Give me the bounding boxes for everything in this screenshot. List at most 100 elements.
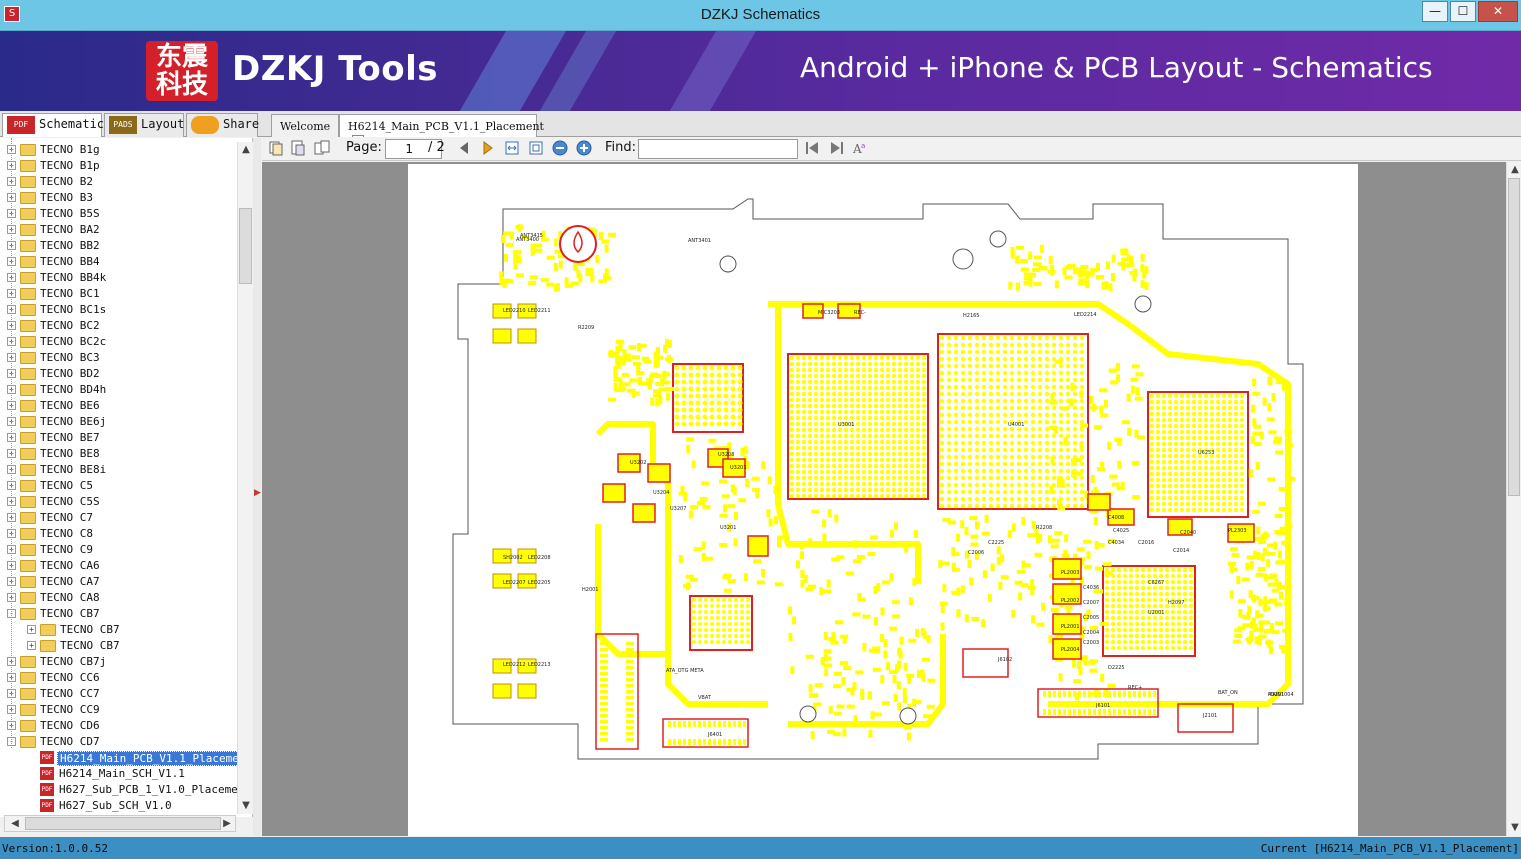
tree-folder-item[interactable]: + TECNO CA7 — [0, 574, 236, 590]
page-copy-icon[interactable] — [290, 140, 306, 156]
tree-folder-item[interactable]: + TECNO BE7 — [0, 430, 236, 446]
tree-vertical-scrollbar[interactable]: ▲ ▼ — [237, 142, 253, 814]
scroll-right-icon[interactable]: ▶ — [219, 816, 235, 832]
bga-ball — [1051, 335, 1057, 341]
bga-ball — [1209, 405, 1215, 411]
tree-hscroll-thumb[interactable] — [25, 817, 221, 830]
smd-component — [1074, 471, 1083, 476]
fit-width-icon[interactable] — [504, 140, 520, 156]
tree-folder-item[interactable]: - TECNO CB7 — [0, 606, 236, 622]
tree-folder-item[interactable]: + TECNO CA8 — [0, 590, 236, 606]
tree-horizontal-scrollbar[interactable]: ◀ ▶ — [4, 815, 236, 832]
tree-folder-item[interactable]: - TECNO CD7 — [0, 734, 236, 750]
tree-folder-item[interactable]: + TECNO CD6 — [0, 718, 236, 734]
viewer-scroll-thumb[interactable] — [1508, 178, 1520, 496]
viewer-scroll-up-icon[interactable]: ▲ — [1507, 162, 1521, 178]
viewer-vertical-scrollbar[interactable]: ▲ ▼ — [1506, 162, 1521, 836]
bga-ball — [981, 468, 987, 474]
tree-folder-item[interactable]: + TECNO C8 — [0, 526, 236, 542]
tree-folder-item[interactable]: + TECNO B3 — [0, 190, 236, 206]
minimize-button[interactable]: — — [1422, 1, 1448, 22]
tree-folder-item[interactable]: + TECNO B1g — [0, 142, 236, 158]
tree-folder-item[interactable]: + TECNO CC6 — [0, 670, 236, 686]
smd-component — [727, 504, 736, 509]
bga-ball — [704, 640, 708, 644]
close-button[interactable]: ✕ — [1478, 1, 1518, 22]
tree-folder-item[interactable]: + TECNO C5 — [0, 478, 236, 494]
tree-folder-item[interactable]: + TECNO BE6 — [0, 398, 236, 414]
maximize-button[interactable]: ☐ — [1450, 1, 1476, 22]
tab-welcome[interactable]: Welcome — [271, 114, 339, 137]
tree-folder-item[interactable]: + TECNO C9 — [0, 542, 236, 558]
bga-ball — [946, 489, 952, 495]
fit-page-icon[interactable] — [528, 140, 544, 156]
tree-file-item[interactable]: PDF H627_Sub_SCH_V1.0 — [0, 798, 236, 814]
tree-folder-item[interactable]: + TECNO CB7 — [0, 622, 236, 638]
tree-folder-item[interactable]: + TECNO C5S — [0, 494, 236, 510]
tree-folder-item[interactable]: + TECNO BA2 — [0, 222, 236, 238]
tree-folder-item[interactable]: + TECNO CB7j — [0, 654, 236, 670]
tree-folder-item[interactable]: + TECNO BC2c — [0, 334, 236, 350]
tree-folder-item[interactable]: + TECNO BD4h — [0, 382, 236, 398]
tree-folder-item[interactable]: + TECNO BE8i — [0, 462, 236, 478]
collapse-arrow-icon[interactable]: ▶ — [254, 488, 261, 498]
tree-file-item[interactable]: PDF H6214_Main_PCB_V1.1_Placement — [0, 750, 252, 766]
tree-folder-item[interactable]: + TECNO BE8 — [0, 446, 236, 462]
tree-folder-item[interactable]: + TECNO BB2 — [0, 238, 236, 254]
tree-folder-item[interactable]: + TECNO BD2 — [0, 366, 236, 382]
tab-document-active[interactable]: H6214_Main_PCB_V1.1_Placement✕ — [339, 114, 544, 147]
tree-scroll-thumb[interactable] — [239, 208, 252, 284]
tree-folder-item[interactable]: + TECNO CB7 — [0, 638, 236, 654]
expand-icon[interactable]: + — [27, 625, 36, 634]
tab-welcome-label: Welcome — [280, 120, 331, 133]
copy-icon[interactable] — [268, 140, 284, 156]
panel-splitter[interactable]: ▶ — [253, 138, 261, 836]
bga-ball — [716, 634, 720, 638]
tree-folder-item[interactable]: + TECNO BB4 — [0, 254, 236, 270]
bga-ball — [897, 391, 903, 397]
previous-page-icon[interactable] — [456, 140, 472, 156]
tree-folder-item[interactable]: + TECNO B5S — [0, 206, 236, 222]
scroll-up-icon[interactable]: ▲ — [238, 142, 254, 158]
bga-ball — [960, 461, 966, 467]
tree-folder-item[interactable]: + TECNO C7 — [0, 510, 236, 526]
smd-component — [1034, 552, 1043, 557]
tree-folder-item[interactable]: + TECNO BC2 — [0, 318, 236, 334]
bga-ball — [1188, 633, 1194, 639]
zoom-in-icon[interactable] — [576, 140, 592, 156]
tree-file-item[interactable]: PDF H627_Sub_PCB_1_V1.0_Placement — [0, 782, 251, 798]
tree-folder-item[interactable]: + TECNO BB4k — [0, 270, 236, 286]
find-input[interactable] — [638, 139, 798, 159]
tree-folder-item[interactable]: + TECNO CC9 — [0, 702, 236, 718]
scroll-down-icon[interactable]: ▼ — [238, 798, 254, 814]
find-next-icon[interactable] — [829, 140, 845, 156]
smd-component — [906, 732, 911, 741]
bga-ball — [1065, 461, 1071, 467]
tree-file-item[interactable]: PDF H6214_Main_SCH_V1.1 — [0, 766, 236, 782]
bga-ball — [709, 379, 715, 385]
tree-folder-item[interactable]: + TECNO B2 — [0, 174, 236, 190]
document-viewer[interactable]: U3001 U4001 U6253 U3201 U3202 U3203 U3204 U3207… — [262, 162, 1506, 836]
bga-ball — [1009, 468, 1015, 474]
tree-folder-item[interactable]: + TECNO CC7 — [0, 686, 236, 702]
zoom-out-icon[interactable] — [552, 140, 568, 156]
tree-folder-item[interactable]: + TECNO CA6 — [0, 558, 236, 574]
scroll-left-icon[interactable]: ◀ — [7, 816, 23, 832]
tree-folder-item[interactable]: + TECNO BC1s — [0, 302, 236, 318]
tab-layout[interactable]: PADS Layout — [104, 113, 184, 137]
expand-icon[interactable]: + — [27, 641, 36, 650]
tree-folder-item[interactable]: + TECNO BC1 — [0, 286, 236, 302]
tree-folder-item[interactable]: + TECNO BE6j — [0, 414, 236, 430]
find-previous-icon[interactable] — [804, 140, 820, 156]
bga-ball — [801, 367, 807, 373]
tree-folder-item[interactable]: + TECNO B1p — [0, 158, 236, 174]
next-page-icon[interactable] — [480, 140, 496, 156]
tab-schematic[interactable]: PDF Schematic — [2, 113, 104, 137]
tree-folder-item[interactable]: + TECNO BC3 — [0, 350, 236, 366]
pcb-label: PL2004 — [1061, 647, 1080, 653]
pages-icon[interactable] — [314, 140, 330, 156]
match-case-icon[interactable]: Aa — [852, 140, 868, 156]
viewer-scroll-down-icon[interactable]: ▼ — [1507, 820, 1521, 836]
bga-ball — [740, 640, 744, 644]
tab-share[interactable]: Share — [186, 113, 259, 137]
